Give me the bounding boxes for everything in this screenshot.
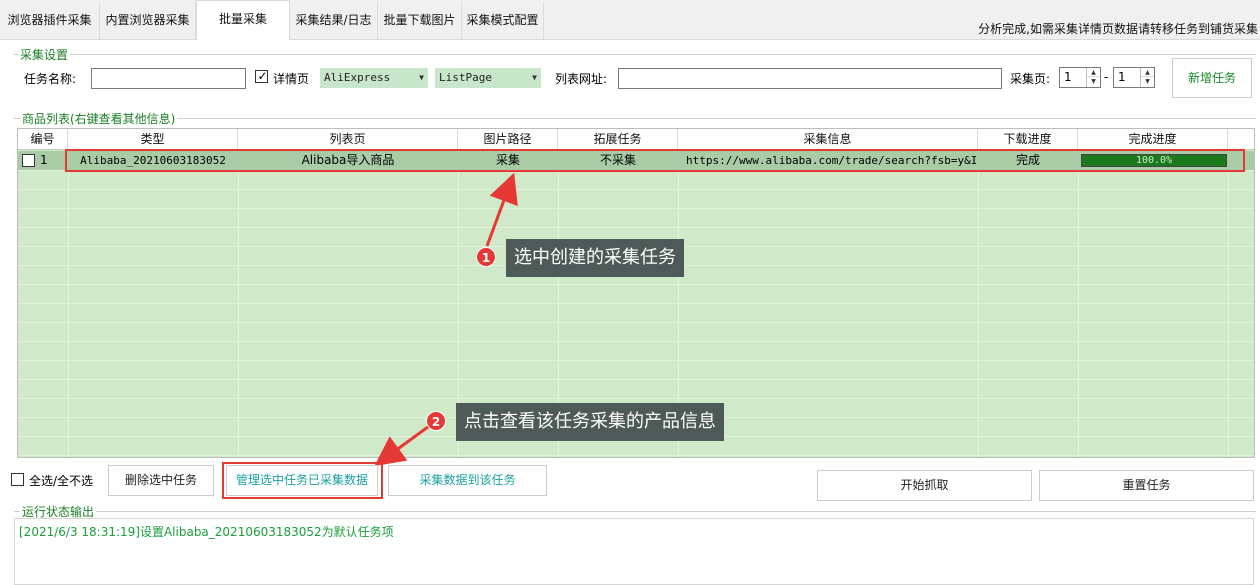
arrow-icon	[485, 172, 518, 247]
start-crawl-button[interactable]: 开始抓取	[817, 470, 1032, 501]
callout-step2: 点击查看该任务采集的产品信息	[456, 403, 724, 441]
step-badge-1: 1	[476, 247, 496, 267]
callout-step1: 选中创建的采集任务	[506, 239, 684, 277]
step-badge-2: 2	[426, 411, 446, 431]
select-all-label: 全选/全不选	[29, 474, 94, 488]
collect-to-task-button[interactable]: 采集数据到该任务	[388, 465, 547, 496]
delete-selected-button[interactable]: 删除选中任务	[108, 465, 214, 496]
log-divider	[14, 511, 1256, 512]
manage-collected-data-button[interactable]: 管理选中任务已采集数据	[226, 465, 378, 496]
reset-task-button[interactable]: 重置任务	[1039, 470, 1254, 501]
log-output[interactable]: [2021/6/3 18:31:19]设置Alibaba_20210603183…	[14, 518, 1254, 585]
select-all-checkbox[interactable]	[11, 473, 24, 486]
log-line: [2021/6/3 18:31:19]设置Alibaba_20210603183…	[19, 525, 394, 539]
arrow-icon	[374, 422, 433, 467]
